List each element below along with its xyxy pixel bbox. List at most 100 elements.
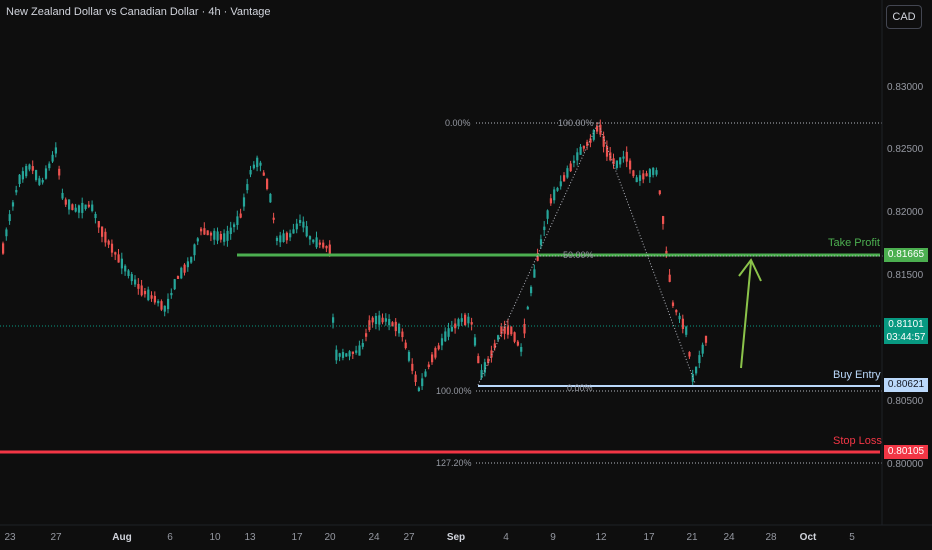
time-tick: 28: [765, 532, 777, 543]
candle-body: [190, 256, 193, 263]
time-tick: 5: [849, 532, 855, 543]
stop-loss-price-tag: 0.80105: [884, 445, 928, 459]
candle-body: [417, 387, 420, 392]
time-tick: 17: [643, 532, 655, 543]
price-tick: 0.80000: [887, 459, 924, 470]
candle-body: [516, 341, 519, 346]
candle-body: [58, 168, 61, 176]
candle-body: [51, 154, 54, 162]
candle-body: [186, 261, 189, 268]
candle-body: [246, 184, 249, 191]
candle-body: [183, 264, 186, 273]
time-tick: 23: [4, 532, 16, 543]
candle-body: [206, 230, 209, 236]
candle-body: [91, 204, 94, 211]
price-tick: 0.82000: [887, 207, 924, 218]
candle-body: [638, 175, 642, 181]
candle-body: [153, 295, 156, 303]
candle-body: [11, 202, 15, 207]
candle-body: [457, 319, 460, 327]
take-profit-price-tag: 0.81665: [884, 248, 928, 262]
candle-body: [671, 302, 675, 306]
candle-body: [378, 315, 381, 325]
candle-body: [325, 245, 328, 249]
candle-body: [622, 156, 625, 159]
candle-body: [358, 345, 361, 356]
candle-body: [236, 216, 239, 225]
candle-body: [84, 204, 87, 210]
candle-body: [120, 258, 123, 269]
take-profit-label: Take Profit: [828, 237, 880, 249]
candle-body: [470, 322, 473, 325]
candle-body: [295, 223, 298, 230]
candle-body: [615, 160, 618, 168]
candle-body: [160, 301, 163, 310]
candle-body: [437, 345, 440, 350]
candle-body: [566, 168, 569, 178]
candle-body: [18, 174, 21, 185]
candle-body: [675, 310, 678, 313]
candle-body: [506, 325, 510, 335]
candle-body: [5, 229, 8, 237]
candle-body: [407, 351, 411, 361]
candle-body: [539, 239, 543, 245]
candle-body: [74, 207, 77, 212]
time-tick: 12: [595, 532, 607, 543]
candle-body: [249, 170, 252, 175]
candle-body: [196, 238, 199, 242]
candle-body: [143, 290, 147, 295]
buy-entry-label: Buy Entry: [833, 369, 881, 381]
candle-body: [77, 205, 81, 213]
candle-body: [332, 317, 335, 323]
candle-body: [2, 243, 5, 254]
candle-body: [546, 210, 549, 219]
candle-body: [493, 343, 496, 349]
candle-body: [216, 231, 219, 241]
time-tick: Sep: [446, 532, 466, 543]
candle-body: [130, 274, 133, 282]
candle-body: [582, 145, 585, 149]
candle-body: [384, 318, 387, 322]
time-tick: 6: [167, 532, 173, 543]
candle-body: [223, 233, 226, 242]
time-tick: 10: [209, 532, 221, 543]
candle-body: [176, 275, 180, 279]
price-tick: 0.80500: [887, 396, 924, 407]
candle-body: [157, 300, 160, 304]
candle-body: [81, 202, 84, 213]
candle-body: [28, 164, 31, 170]
candle-body: [233, 224, 236, 228]
candle-body: [328, 244, 331, 254]
candle-body: [497, 335, 500, 340]
candle-body: [226, 230, 229, 241]
candle-body: [447, 328, 450, 337]
candle-body: [658, 190, 661, 195]
candle-body: [510, 326, 513, 335]
currency-button[interactable]: CAD: [886, 5, 922, 29]
candle-body: [54, 147, 57, 154]
candle-body: [137, 283, 140, 289]
candle-body: [681, 318, 684, 329]
candle-body: [134, 279, 137, 285]
price-tick: 0.82500: [887, 144, 924, 155]
time-tick: 27: [50, 532, 62, 543]
candle-body: [351, 351, 354, 354]
candle-body: [652, 167, 655, 175]
time-tick: 9: [550, 532, 556, 543]
candle-body: [335, 349, 338, 361]
candle-body: [15, 189, 18, 193]
candle-body: [124, 265, 127, 272]
candle-body: [200, 228, 203, 232]
candle-body: [520, 346, 523, 352]
time-tick: 24: [723, 532, 735, 543]
candle-body: [292, 229, 295, 234]
candle-body: [467, 316, 470, 324]
candle-body: [38, 178, 41, 185]
candle-body: [450, 326, 453, 332]
candle-body: [21, 171, 24, 180]
candle-body: [312, 239, 315, 243]
candle-body: [266, 178, 269, 190]
candle-body: [219, 233, 222, 240]
time-tick: 20: [324, 532, 336, 543]
candle-body: [434, 348, 437, 358]
